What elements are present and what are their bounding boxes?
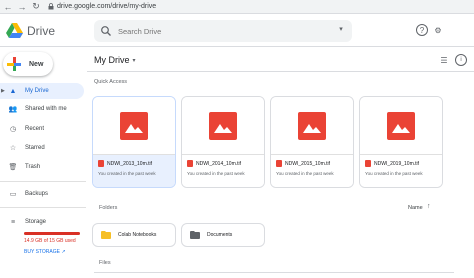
clock-icon: ◷ [9, 126, 17, 133]
drive-logo-icon [6, 23, 23, 38]
sidebar-item-label: Recent [25, 126, 45, 132]
lock-icon [48, 3, 54, 10]
trash-icon: 🗑 [8, 164, 18, 171]
image-file-icon [387, 111, 415, 140]
app-brand: Drive [27, 24, 56, 38]
info-icon[interactable]: i [455, 54, 467, 66]
file-thumbnail [271, 97, 353, 154]
folder-item[interactable]: Colab Notebooks [92, 223, 176, 247]
list-view-icon[interactable]: ☰ [438, 54, 450, 66]
sidebar-divider [0, 181, 86, 182]
people-icon: 👥 [8, 106, 18, 113]
sidebar-item-label: Storage [25, 219, 47, 225]
sidebar-divider [0, 207, 86, 208]
folder-icon [190, 231, 200, 239]
file-info: NDWI_2019_10m.tif You created in the pas… [360, 154, 442, 187]
storage-progress-bar [24, 232, 80, 235]
search-bar[interactable]: ▾ [94, 20, 352, 42]
file-name: NDWI_2015_10m.tif [285, 161, 331, 167]
sidebar-item-label: My Drive [25, 88, 49, 94]
quick-access-card[interactable]: NDWI_2014_10m.tif You created in the pas… [181, 96, 265, 188]
backup-icon: ▭ [9, 191, 17, 198]
files-grid-edge [94, 272, 454, 278]
sidebar-item-starred[interactable]: ☆ Starred [0, 140, 84, 156]
sidebar-item-label: Backups [25, 191, 49, 197]
sidebar-item-trash[interactable]: 🗑 Trash [0, 159, 84, 175]
new-button-label: New [29, 60, 44, 68]
search-options-icon[interactable]: ▾ [336, 25, 346, 35]
settings-icon[interactable]: ⚙ [432, 24, 444, 36]
folders-label: Folders [99, 205, 118, 211]
folder-name: Documents [207, 232, 233, 238]
sidebar-item-backups[interactable]: ▭ Backups [0, 186, 84, 202]
address-bar[interactable]: drive.google.com/drive/my-drive [57, 3, 156, 10]
search-input[interactable] [118, 23, 318, 39]
storage-progress-fill [24, 232, 80, 235]
sort-direction-icon[interactable]: ↑ [427, 203, 431, 210]
sidebar-item-label: Starred [25, 145, 45, 151]
quick-access-card[interactable]: NDWI_2013_10m.tif You created in the pas… [92, 96, 176, 188]
sidebar-item-recent[interactable]: ◷ Recent [0, 121, 84, 137]
help-icon[interactable]: ? [416, 24, 428, 36]
image-type-icon [187, 160, 193, 167]
file-name: NDWI_2019_10m.tif [374, 161, 420, 167]
folder-icon [101, 231, 111, 239]
file-info: NDWI_2013_10m.tif You created in the pas… [93, 154, 175, 187]
sidebar-item-shared[interactable]: 👥 Shared with me [0, 101, 84, 117]
quick-access-label: Quick Access [94, 79, 128, 85]
forward-icon[interactable]: → [16, 1, 28, 13]
file-info: NDWI_2014_10m.tif You created in the pas… [182, 154, 264, 187]
buy-storage-label[interactable]: BUY STORAGE [24, 249, 60, 255]
file-subtitle: You created in the past week [187, 171, 245, 176]
file-name: NDWI_2013_10m.tif [107, 161, 153, 167]
sidebar-item-label: Trash [25, 164, 41, 170]
image-type-icon [276, 160, 282, 167]
folder-item[interactable]: Documents [181, 223, 265, 247]
plus-icon [7, 57, 21, 71]
file-thumbnail [182, 97, 264, 154]
buy-storage-link[interactable]: BUY STORAGE ↗ [24, 249, 66, 255]
drive-icon: ▲ [9, 87, 17, 95]
app-header: Drive ▾ ? ⚙ [0, 14, 474, 47]
page-title[interactable]: My Drive ▾ [94, 55, 136, 65]
page-title-text[interactable]: My Drive [94, 55, 130, 65]
files-label: Files [99, 260, 111, 266]
file-subtitle: You created in the past week [365, 171, 423, 176]
quick-access-card[interactable]: NDWI_2019_10m.tif You created in the pas… [359, 96, 443, 188]
quick-access-card[interactable]: NDWI_2015_10m.tif You created in the pas… [270, 96, 354, 188]
star-icon: ☆ [9, 145, 17, 152]
file-subtitle: You created in the past week [98, 171, 156, 176]
browser-toolbar: ← → ↻ drive.google.com/drive/my-drive [0, 0, 474, 14]
reload-icon[interactable]: ↻ [30, 1, 42, 13]
file-thumbnail [360, 97, 442, 154]
sidebar-item-label: Shared with me [25, 106, 67, 112]
chevron-down-icon[interactable]: ▾ [133, 57, 136, 64]
image-file-icon [209, 111, 237, 140]
image-type-icon [98, 160, 104, 167]
file-name: NDWI_2014_10m.tif [196, 161, 242, 167]
back-icon[interactable]: ← [2, 1, 14, 13]
image-file-icon [120, 111, 148, 140]
folder-name: Colab Notebooks [118, 232, 157, 238]
image-type-icon [365, 160, 371, 167]
sort-by-name[interactable]: Name [408, 205, 423, 211]
file-info: NDWI_2015_10m.tif You created in the pas… [271, 154, 353, 187]
expand-caret-icon[interactable]: ▶ [1, 88, 5, 94]
sidebar-item-my-drive[interactable]: ▶ ▲ My Drive [0, 83, 84, 99]
storage-icon: ≡ [10, 218, 16, 226]
new-button[interactable]: New [3, 52, 53, 76]
sidebar-item-storage[interactable]: ≡ Storage [0, 214, 84, 230]
storage-usage-text: 14.9 GB of 15 GB used [24, 238, 76, 244]
file-subtitle: You created in the past week [276, 171, 334, 176]
main-divider [87, 71, 474, 72]
search-icon[interactable] [100, 25, 112, 37]
image-file-icon [298, 111, 326, 140]
file-thumbnail [93, 97, 175, 154]
external-link-icon: ↗ [61, 249, 66, 255]
